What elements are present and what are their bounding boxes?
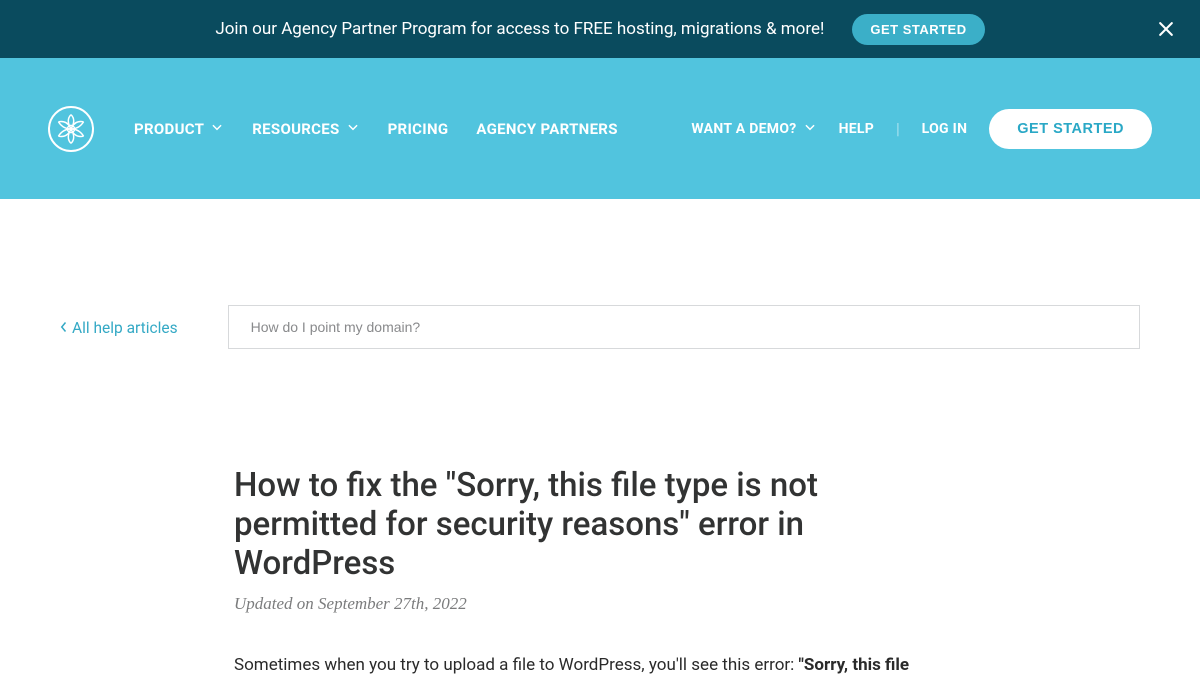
- nav-want-demo[interactable]: WANT A DEMO?: [691, 120, 816, 138]
- nav-pricing-label: PRICING: [388, 120, 449, 138]
- nav-help[interactable]: HELP: [839, 121, 875, 137]
- nav-resources-label: RESOURCES: [252, 120, 339, 138]
- promo-bar: Join our Agency Partner Program for acce…: [0, 0, 1200, 58]
- chevron-down-icon: [210, 120, 224, 138]
- nav-get-started-button[interactable]: GET STARTED: [989, 109, 1152, 149]
- content-top: All help articles: [0, 199, 1200, 349]
- chevron-left-icon: [60, 319, 68, 337]
- article-title: How to fix the "Sorry, this file type is…: [234, 467, 950, 584]
- main-nav: PRODUCT RESOURCES PRICING AGENCY PARTNER…: [0, 58, 1200, 199]
- nav-resources[interactable]: RESOURCES: [252, 120, 359, 138]
- article-body-bold: "Sorry, this file: [799, 655, 910, 675]
- nav-product[interactable]: PRODUCT: [134, 120, 224, 138]
- promo-get-started-button[interactable]: GET STARTED: [852, 14, 984, 45]
- nav-agency-label: AGENCY PARTNERS: [476, 120, 617, 138]
- search-input[interactable]: [228, 305, 1140, 349]
- chevron-down-icon: [803, 120, 817, 138]
- article-body-prefix: Sometimes when you try to upload a file …: [234, 655, 799, 675]
- article-body: Sometimes when you try to upload a file …: [234, 652, 950, 678]
- promo-text: Join our Agency Partner Program for acce…: [215, 19, 824, 39]
- nav-demo-label: WANT A DEMO?: [691, 121, 796, 137]
- nav-agency-partners[interactable]: AGENCY PARTNERS: [476, 120, 617, 138]
- nav-divider: |: [896, 119, 900, 138]
- help-link-label: All help articles: [72, 319, 178, 337]
- close-icon[interactable]: [1156, 19, 1176, 39]
- chevron-down-icon: [346, 120, 360, 138]
- nav-login[interactable]: LOG IN: [922, 121, 968, 137]
- flywheel-logo[interactable]: [48, 106, 94, 152]
- article-updated-date: Updated on September 27th, 2022: [234, 594, 950, 614]
- article: How to fix the "Sorry, this file type is…: [0, 349, 1010, 678]
- nav-help-label: HELP: [839, 121, 875, 137]
- nav-login-label: LOG IN: [922, 121, 968, 137]
- nav-product-label: PRODUCT: [134, 120, 204, 138]
- all-help-articles-link[interactable]: All help articles: [60, 319, 178, 337]
- nav-pricing[interactable]: PRICING: [388, 120, 449, 138]
